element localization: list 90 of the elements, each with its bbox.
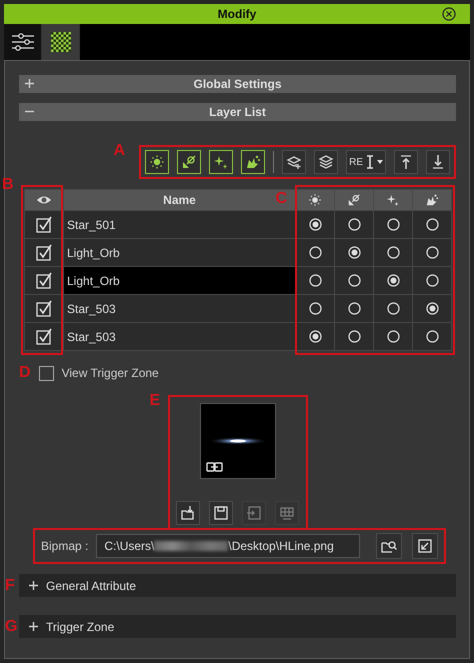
image-button[interactable]	[209, 501, 233, 525]
toolbar-button[interactable]	[209, 150, 234, 174]
checkbox[interactable]	[36, 272, 52, 289]
radio-button[interactable]	[426, 218, 438, 231]
name-cell[interactable]: Star_503	[64, 295, 295, 322]
radio-button[interactable]	[308, 246, 322, 259]
toolbar-button[interactable]: RE	[346, 150, 386, 174]
callout-letter: A	[113, 143, 125, 159]
name-cell[interactable]: Light_Orb	[64, 239, 295, 266]
callout-letter: F	[5, 578, 15, 594]
arrow-down-icon	[430, 154, 446, 170]
toolbar-button[interactable]	[426, 150, 450, 174]
toolbar-button[interactable]	[314, 150, 338, 174]
radio-button[interactable]	[308, 274, 322, 287]
callout-letter: E	[150, 393, 160, 409]
emitter-icon	[181, 154, 198, 170]
close-button[interactable]	[442, 7, 456, 21]
field-label: Bipmap :	[41, 539, 88, 553]
callout-letter: D	[19, 365, 31, 381]
checkbox-label: View Trigger Zone	[62, 366, 159, 380]
toolbar-button[interactable]	[241, 150, 266, 174]
image-button[interactable]	[176, 501, 200, 525]
checkbox[interactable]	[36, 300, 52, 317]
callout-letter: G	[5, 619, 18, 635]
path-field[interactable]: C:\Users\ \Desktop\HLine.png	[96, 534, 360, 558]
burst-icon	[425, 193, 439, 207]
checkbox[interactable]	[38, 366, 54, 380]
checker-icon	[50, 32, 70, 52]
checkbox[interactable]	[36, 244, 52, 261]
tab[interactable]	[42, 24, 80, 60]
browse-button[interactable]	[376, 533, 402, 559]
caret-icon	[377, 160, 383, 164]
link-icon	[206, 462, 222, 472]
toolbar-button[interactable]	[177, 150, 202, 174]
sliders-icon	[12, 33, 34, 51]
radio-button[interactable]	[426, 246, 438, 259]
section-title: Global Settings	[193, 77, 282, 91]
radio-button[interactable]	[308, 218, 322, 231]
save-icon	[213, 505, 229, 521]
toolbar-button[interactable]	[145, 150, 170, 174]
plus-icon	[29, 622, 38, 631]
reset-button[interactable]	[412, 533, 438, 559]
emitter-icon	[347, 193, 361, 207]
checkbox[interactable]	[36, 216, 52, 233]
radio-button[interactable]	[386, 274, 400, 287]
burst-icon	[245, 154, 262, 170]
plus-icon	[25, 79, 34, 88]
radio-button[interactable]	[308, 302, 322, 315]
radio-button[interactable]	[426, 274, 438, 287]
toolbar-button[interactable]	[394, 150, 418, 174]
radio-button[interactable]	[348, 218, 360, 231]
radio-button[interactable]	[348, 302, 360, 315]
radio-button[interactable]	[426, 330, 438, 343]
radio-button[interactable]	[386, 302, 400, 315]
tab[interactable]	[4, 24, 42, 60]
radio-button[interactable]	[386, 218, 400, 231]
folder-import-icon	[180, 505, 196, 521]
callout-letter: C	[275, 191, 287, 207]
grid-icon	[279, 505, 295, 521]
radio-button[interactable]	[426, 302, 438, 315]
section-header[interactable]: Trigger Zone	[19, 615, 456, 638]
arrow-up-icon	[398, 154, 414, 170]
name-cell[interactable]: Star_501	[64, 211, 295, 238]
sun-icon	[308, 193, 322, 207]
section-header[interactable]: Global Settings	[19, 75, 456, 93]
radio-button[interactable]	[308, 330, 322, 343]
radio-button[interactable]	[386, 330, 400, 343]
radio-button[interactable]	[348, 246, 360, 259]
add-layer-icon	[286, 154, 302, 170]
callout-letter: B	[2, 177, 14, 193]
radio-button[interactable]	[348, 274, 360, 287]
checkbox[interactable]	[36, 328, 52, 345]
plus-icon	[29, 581, 38, 590]
column-title: Name	[163, 193, 196, 207]
sun-icon	[149, 154, 166, 170]
name-cell[interactable]: Star_503	[64, 323, 295, 350]
sparkle-icon	[386, 193, 400, 207]
section-title: Trigger Zone	[46, 620, 114, 634]
section-header[interactable]: General Attribute	[19, 574, 456, 597]
section-title: Layer List	[209, 105, 266, 119]
section-header[interactable]: Layer List	[19, 103, 456, 121]
window-title: Modify	[218, 7, 256, 21]
layers-icon	[318, 154, 334, 170]
section-title: General Attribute	[46, 578, 136, 592]
toolbar-button[interactable]	[282, 150, 306, 174]
text-cursor-icon	[365, 154, 375, 170]
radio-button[interactable]	[386, 246, 400, 259]
sparkle-icon	[213, 154, 230, 170]
radio-button[interactable]	[348, 330, 360, 343]
name-cell[interactable]: Light_Orb	[64, 267, 295, 294]
